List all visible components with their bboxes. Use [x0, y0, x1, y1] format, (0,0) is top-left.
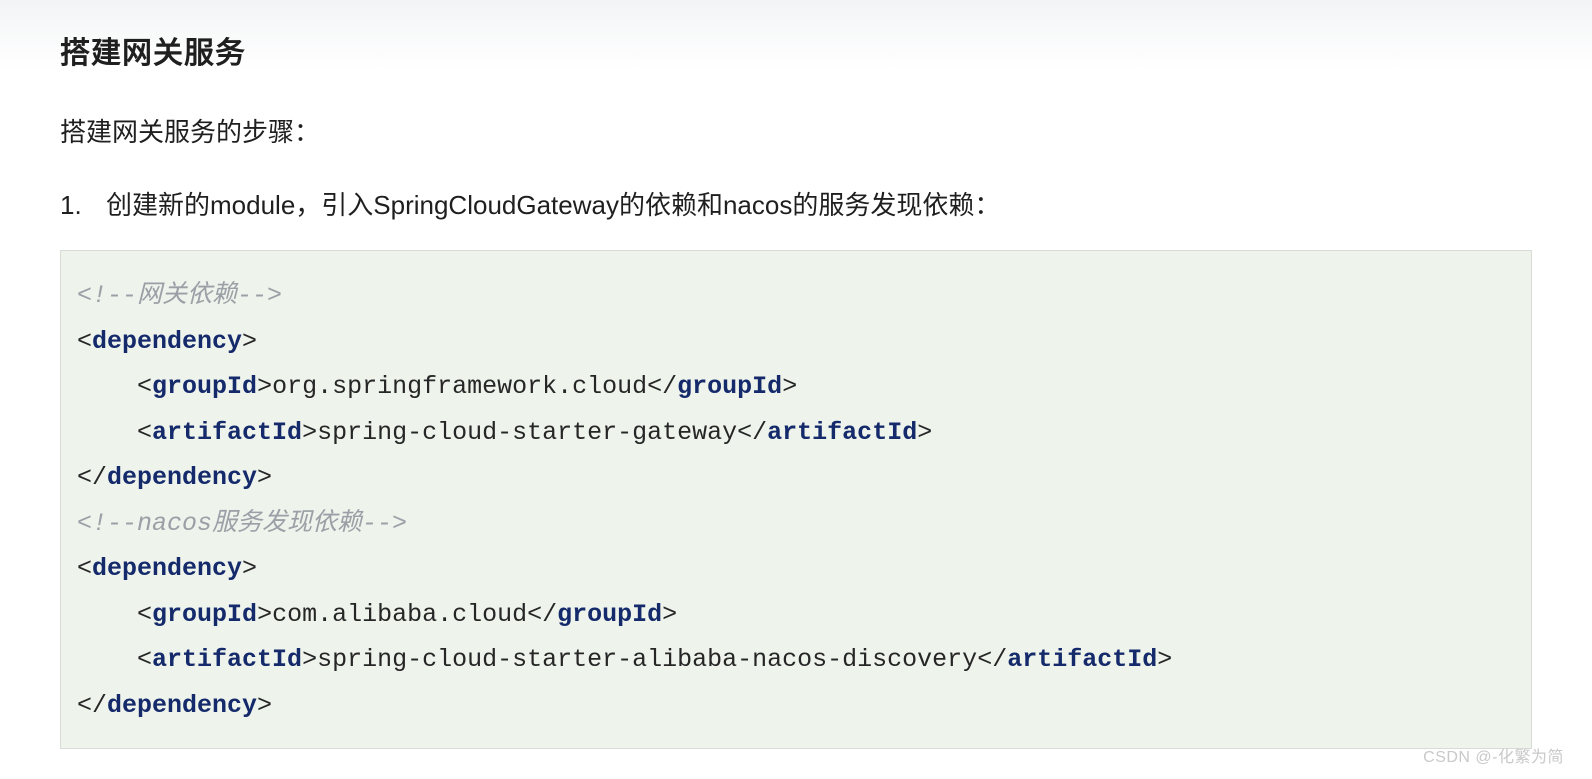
angle-bracket: > — [257, 600, 272, 629]
angle-bracket: </ — [77, 463, 107, 492]
code-block: <!--网关依赖--> <dependency> <groupId>org.sp… — [60, 250, 1532, 749]
angle-bracket: </ — [77, 691, 107, 720]
xml-tag: dependency — [92, 327, 242, 356]
angle-bracket: > — [917, 418, 932, 447]
angle-bracket: </ — [737, 418, 767, 447]
angle-bracket: < — [137, 372, 152, 401]
xml-tag: groupId — [152, 600, 257, 629]
angle-bracket: > — [662, 600, 677, 629]
angle-bracket: > — [782, 372, 797, 401]
angle-bracket: > — [1157, 645, 1172, 674]
angle-bracket: > — [257, 372, 272, 401]
angle-bracket: < — [137, 600, 152, 629]
xml-tag: dependency — [107, 463, 257, 492]
angle-bracket: > — [257, 463, 272, 492]
angle-bracket: > — [302, 418, 317, 447]
page-title: 搭建网关服务 — [60, 28, 1532, 72]
angle-bracket: </ — [977, 645, 1007, 674]
angle-bracket: > — [257, 691, 272, 720]
xml-text: spring-cloud-starter-alibaba-nacos-disco… — [317, 645, 977, 674]
angle-bracket: </ — [647, 372, 677, 401]
angle-bracket: < — [137, 645, 152, 674]
code-comment: <!--nacos服务发现依赖--> — [77, 509, 407, 538]
xml-tag: groupId — [152, 372, 257, 401]
code-comment: <!--网关依赖--> — [77, 281, 282, 310]
xml-text: org.springframework.cloud — [272, 372, 647, 401]
angle-bracket: < — [137, 418, 152, 447]
xml-tag: artifactId — [1007, 645, 1157, 674]
angle-bracket: </ — [527, 600, 557, 629]
angle-bracket: > — [242, 554, 257, 583]
intro-text: 搭建网关服务的步骤： — [60, 112, 1532, 149]
step-number: 1. — [60, 190, 106, 221]
xml-tag: artifactId — [152, 645, 302, 674]
xml-tag: artifactId — [152, 418, 302, 447]
angle-bracket: > — [242, 327, 257, 356]
step-1: 1. 创建新的module，引入SpringCloudGateway的依赖和na… — [60, 185, 1532, 222]
header: 搭建网关服务 — [0, 0, 1592, 112]
page: 搭建网关服务 搭建网关服务的步骤： 1. 创建新的module，引入Spring… — [0, 0, 1592, 779]
xml-text: com.alibaba.cloud — [272, 600, 527, 629]
xml-text: spring-cloud-starter-gateway — [317, 418, 737, 447]
step-text: 创建新的module，引入SpringCloudGateway的依赖和nacos… — [106, 185, 1000, 222]
watermark: CSDN @-化繁为简 — [1423, 743, 1564, 767]
angle-bracket: < — [77, 554, 92, 583]
xml-tag: artifactId — [767, 418, 917, 447]
angle-bracket: > — [302, 645, 317, 674]
xml-tag: dependency — [92, 554, 242, 583]
angle-bracket: < — [77, 327, 92, 356]
content: 搭建网关服务的步骤： 1. 创建新的module，引入SpringCloudGa… — [0, 112, 1592, 749]
xml-tag: dependency — [107, 691, 257, 720]
xml-tag: groupId — [557, 600, 662, 629]
xml-tag: groupId — [677, 372, 782, 401]
